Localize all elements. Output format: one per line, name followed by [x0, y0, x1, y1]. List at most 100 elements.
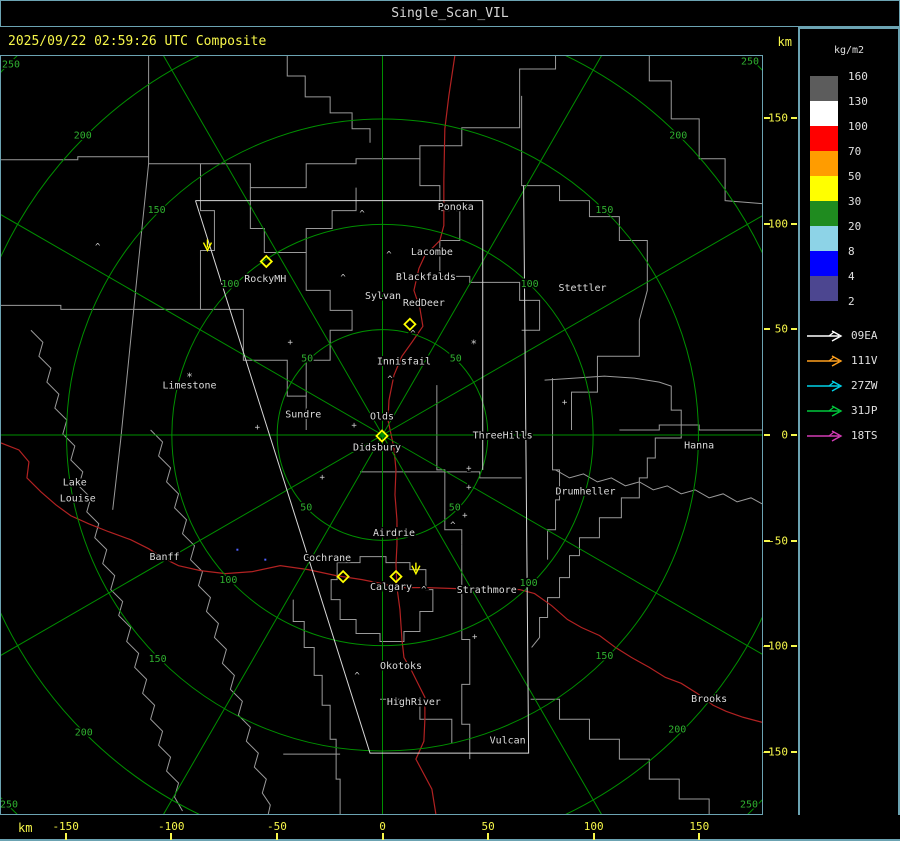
city-label: Lacombe [411, 247, 453, 258]
track-arrow-icon [807, 379, 843, 392]
town-caret-marker: ^ [386, 250, 392, 260]
ring-label: 200 [75, 728, 93, 739]
blue-dot-marker [264, 558, 267, 561]
county-boundary-line [150, 429, 271, 814]
scale-tick-value: 100 [848, 120, 868, 133]
radar-map-canvas[interactable]: 50 50 50 50 100 100 100 100 150 150 150 150 200 200 20… [1, 56, 762, 814]
right-axis-tick-mark-inner [764, 328, 770, 331]
radial-line [1, 434, 383, 656]
scale-swatch [810, 226, 838, 251]
town-plus-marker: + [466, 483, 472, 493]
city-markers: ^ ^ ^ ^ ^ ^ ^ ^ ^ + + + + + + + + + * * [94, 208, 570, 683]
county-boundary-line [547, 378, 561, 560]
track-id-label: 27ZW [851, 379, 878, 392]
county-boundary-line [521, 95, 648, 431]
county-boundary-line [619, 424, 762, 431]
bottom-axis-tick-label: 50 [481, 820, 495, 833]
ring-label: 150 [148, 205, 166, 216]
city-label: Brooks [691, 694, 727, 705]
track-id-label: 18TS [851, 429, 878, 442]
track-row: 27ZW [806, 373, 898, 398]
ring-label: 100 [221, 279, 239, 290]
scale-swatch [810, 176, 838, 201]
city-label: Blackfalds [396, 272, 456, 283]
track-arrow-icon [807, 429, 843, 442]
city-label: Innisfail [377, 357, 431, 368]
city-label: Hanna [684, 440, 714, 451]
bottom-axis-tick-mark [698, 833, 701, 840]
town-caret-marker: ^ [95, 242, 101, 252]
ring-label: 150 [595, 651, 613, 662]
county-boundary-line [199, 163, 215, 310]
right-axis-tick-mark-outer [791, 117, 797, 120]
county-boundary-line [1, 56, 150, 161]
ring-label: 50 [300, 502, 312, 513]
bottom-axis-unit-label: km [18, 821, 33, 835]
bottom-axis-tick-label: 100 [583, 820, 604, 833]
bottom-axis-tick-mark [487, 833, 490, 840]
radial-line [163, 434, 383, 814]
radar-map[interactable]: 50 50 50 50 100 100 100 100 150 150 150 150 200 200 20… [0, 55, 763, 815]
track-arrow-icon [807, 404, 843, 417]
city-labels: Ponoka Lacombe Blackfalds SylvanRedDeer Stet… [58, 201, 728, 749]
legend-unit-label: kg/m2 [833, 45, 865, 56]
town-plus-marker: + [319, 473, 325, 483]
storm-cell-diamond-icon [403, 317, 417, 332]
town-caret-marker: ^ [450, 521, 456, 531]
bottom-axis-tick-label: 0 [379, 820, 386, 833]
right-axis-tick-mark-outer [791, 539, 797, 542]
city-label: Ponoka [438, 202, 474, 213]
town-plus-marker: + [462, 511, 468, 521]
scale-tick-value: 160 [848, 70, 868, 83]
right-axis-tick-label: 0 [781, 428, 788, 442]
scale-tick-value: 130 [848, 95, 868, 108]
county-boundary-line [360, 471, 522, 479]
county-boundary-line [292, 599, 341, 814]
county-boundary-line [531, 375, 682, 648]
legend-panel: kg/m2 160 130 100 70 50 30 20 8 4 2 09EA 111V 27ZW 3… [798, 27, 900, 841]
ring-label: 100 [521, 279, 539, 290]
bottom-distance-axis: km -150 -100 -50 0 50 100 150 [0, 815, 900, 841]
city-label: RockyMH [244, 274, 286, 285]
bottom-axis-tick-mark [592, 833, 595, 840]
city-label: Didsbury [353, 442, 401, 453]
ring-label: 150 [595, 205, 613, 216]
radial-line [1, 214, 383, 436]
ring-label: 200 [74, 130, 92, 141]
city-label: Banff [150, 552, 180, 563]
track-arrow-icon [807, 354, 843, 367]
right-axis-unit-label: km [777, 35, 792, 49]
county-boundary-line [1, 304, 307, 431]
right-axis-tick-label: 100 [768, 217, 788, 231]
scale-swatch [810, 201, 838, 226]
right-axis-tick-mark-inner [764, 645, 770, 648]
right-axis-tick-mark-outer [791, 645, 797, 648]
right-axis-tick-mark-outer [791, 328, 797, 331]
ring-label: 50 [450, 354, 462, 365]
storm-track-legend: 09EA 111V 27ZW 31JP 18TS [806, 323, 898, 448]
scale-swatch [810, 101, 838, 126]
city-label: HighRiver [387, 697, 441, 708]
ring-label: 100 [219, 575, 237, 586]
right-axis-tick-mark-inner [764, 222, 770, 225]
right-axis-tick-mark-outer [791, 434, 797, 436]
radial-line [382, 434, 762, 655]
right-axis-tick-mark-inner [764, 750, 770, 753]
right-axis-tick-label: 50 [774, 322, 788, 336]
scale-swatch [810, 126, 838, 151]
city-label: Olds [370, 412, 394, 423]
town-caret-marker: ^ [354, 671, 360, 681]
ring-label: 250 [741, 56, 759, 67]
town-caret-marker: ^ [359, 210, 365, 220]
town-caret-marker: ^ [340, 273, 346, 283]
ring-label: 200 [669, 130, 687, 141]
county-boundary-line [530, 698, 710, 814]
ring-label: 250 [740, 800, 758, 811]
track-row: 111V [806, 348, 898, 373]
scale-tick-value: 8 [848, 245, 855, 258]
city-label: ThreeHills [473, 430, 533, 441]
right-axis-tick-mark-inner [764, 539, 770, 542]
window-title: Single_Scan_VIL [391, 6, 509, 21]
city-label: Strathmore [457, 585, 517, 596]
scale-tick-value: 2 [848, 295, 855, 308]
